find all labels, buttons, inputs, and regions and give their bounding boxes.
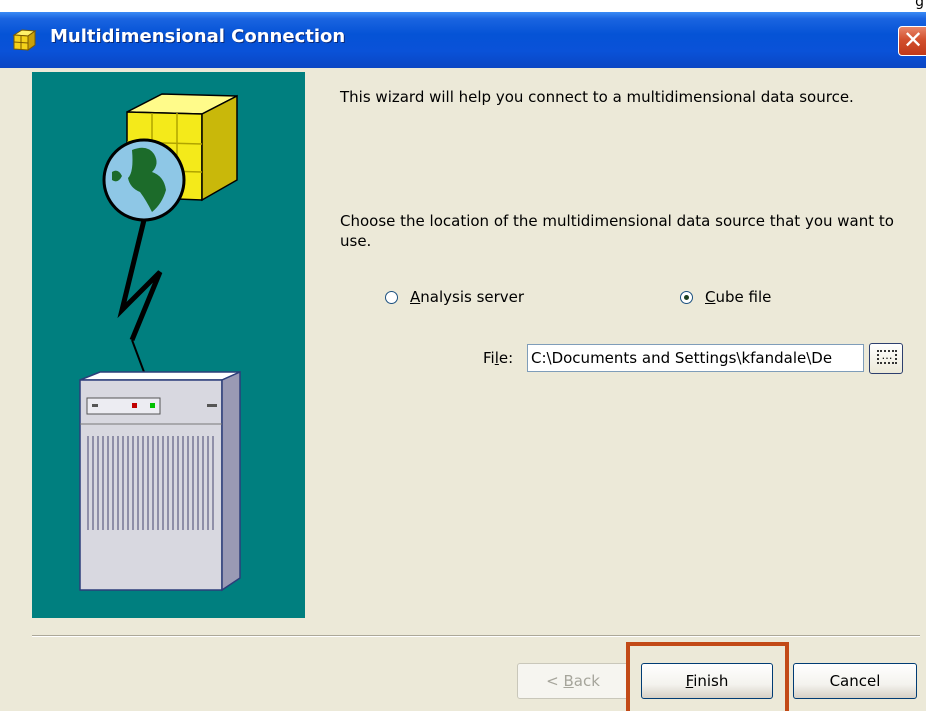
close-button[interactable]: ✕ — [898, 26, 926, 56]
separator — [32, 635, 920, 637]
file-label: File: — [483, 349, 514, 367]
intro-text: This wizard will help you connect to a m… — [340, 88, 854, 106]
cancel-button[interactable]: Cancel — [793, 663, 917, 699]
wizard-illustration — [32, 72, 305, 618]
analysis-server-radio[interactable]: Analysis server — [385, 288, 524, 306]
top-strip: g — [0, 0, 926, 12]
lightning-icon — [117, 219, 163, 373]
browse-button[interactable]: … — [869, 343, 903, 374]
finish-highlight-box — [626, 642, 789, 711]
location-prompt: Choose the location of the multidimensio… — [340, 212, 894, 250]
cube-app-icon — [12, 29, 37, 51]
window-title: Multidimensional Connection — [50, 26, 346, 47]
globe-icon — [102, 138, 186, 222]
cube-file-radio-button[interactable] — [680, 290, 693, 304]
file-path-input[interactable] — [527, 344, 864, 372]
server-icon — [79, 370, 241, 592]
cube-file-label: Cube file — [705, 288, 772, 306]
corner-text-fragment: g — [915, 0, 924, 10]
ellipsis-icon: … — [877, 350, 897, 364]
analysis-server-label: Analysis server — [410, 288, 525, 306]
title-bar[interactable]: Multidimensional Connection ✕ — [0, 12, 926, 68]
back-button[interactable]: < Back — [517, 663, 629, 699]
cube-file-radio[interactable]: Cube file — [680, 288, 771, 306]
close-icon: ✕ — [903, 26, 924, 54]
analysis-server-radio-button[interactable] — [385, 290, 398, 304]
